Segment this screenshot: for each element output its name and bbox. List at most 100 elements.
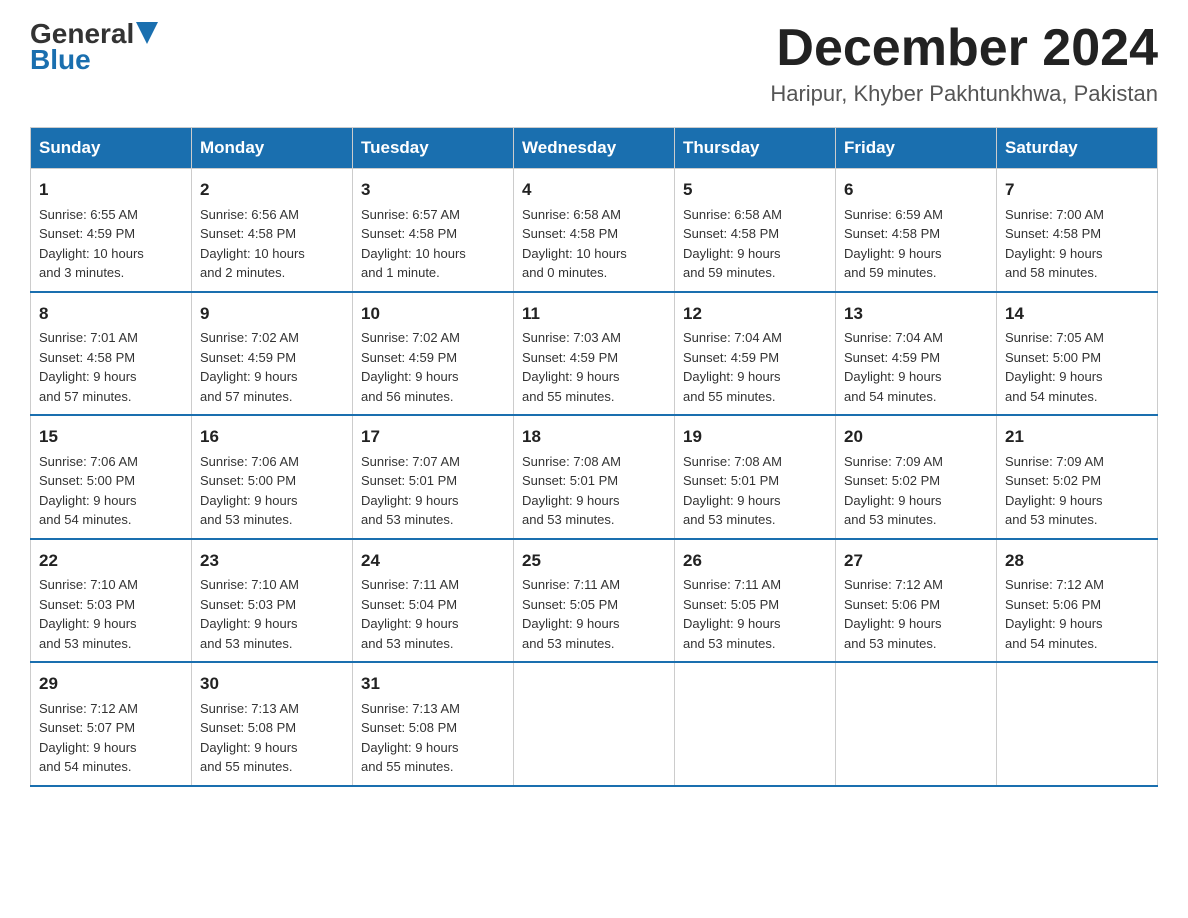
calendar-cell: 11Sunrise: 7:03 AMSunset: 4:59 PMDayligh… xyxy=(514,292,675,416)
calendar-cell: 4 Sunrise: 6:58 AMSunset: 4:58 PMDaylight… xyxy=(514,169,675,292)
logo-blue: Blue xyxy=(30,44,91,76)
day-number: 20 xyxy=(844,424,988,450)
day-number: 4 xyxy=(522,177,666,203)
calendar-week-row: 15 Sunrise: 7:06 AMSunset: 5:00 PMDayligh… xyxy=(31,415,1158,539)
calendar-cell xyxy=(514,662,675,786)
day-info: Sunrise: 7:11 AMSunset: 5:05 PMDaylight:… xyxy=(683,577,781,651)
day-number: 5 xyxy=(683,177,827,203)
calendar-table: SundayMondayTuesdayWednesdayThursdayFrid… xyxy=(30,127,1158,787)
day-info: Sunrise: 7:01 AMSunset: 4:58 PMDaylight:… xyxy=(39,330,138,404)
day-number: 25 xyxy=(522,548,666,574)
day-number: 11 xyxy=(522,301,666,327)
day-info: Sunrise: 7:12 AMSunset: 5:07 PMDaylight:… xyxy=(39,701,138,775)
day-info: Sunrise: 6:55 AMSunset: 4:59 PMDaylight:… xyxy=(39,207,144,281)
day-info: Sunrise: 7:04 AMSunset: 4:59 PMDaylight:… xyxy=(844,330,943,404)
day-number: 26 xyxy=(683,548,827,574)
day-number: 22 xyxy=(39,548,183,574)
col-header-wednesday: Wednesday xyxy=(514,128,675,169)
day-number: 23 xyxy=(200,548,344,574)
calendar-cell: 14 Sunrise: 7:05 AMSunset: 5:00 PMDayligh… xyxy=(997,292,1158,416)
day-info: Sunrise: 7:13 AMSunset: 5:08 PMDaylight:… xyxy=(361,701,460,775)
day-number: 2 xyxy=(200,177,344,203)
day-info: Sunrise: 7:11 AMSunset: 5:05 PMDaylight:… xyxy=(522,577,620,651)
day-info: Sunrise: 7:09 AMSunset: 5:02 PMDaylight:… xyxy=(1005,454,1104,528)
day-number: 12 xyxy=(683,301,827,327)
day-number: 14 xyxy=(1005,301,1149,327)
calendar-cell: 21 Sunrise: 7:09 AMSunset: 5:02 PMDayligh… xyxy=(997,415,1158,539)
day-info: Sunrise: 7:13 AMSunset: 5:08 PMDaylight:… xyxy=(200,701,299,775)
day-info: Sunrise: 7:04 AMSunset: 4:59 PMDaylight:… xyxy=(683,330,782,404)
calendar-cell: 25 Sunrise: 7:11 AMSunset: 5:05 PMDayligh… xyxy=(514,539,675,663)
day-number: 21 xyxy=(1005,424,1149,450)
day-number: 9 xyxy=(200,301,344,327)
calendar-cell: 6Sunrise: 6:59 AMSunset: 4:58 PMDaylight… xyxy=(836,169,997,292)
calendar-cell: 3 Sunrise: 6:57 AMSunset: 4:58 PMDaylight… xyxy=(353,169,514,292)
day-info: Sunrise: 7:09 AMSunset: 5:02 PMDaylight:… xyxy=(844,454,943,528)
day-number: 1 xyxy=(39,177,183,203)
day-number: 6 xyxy=(844,177,988,203)
calendar-cell: 15 Sunrise: 7:06 AMSunset: 5:00 PMDayligh… xyxy=(31,415,192,539)
day-number: 29 xyxy=(39,671,183,697)
day-info: Sunrise: 6:56 AMSunset: 4:58 PMDaylight:… xyxy=(200,207,305,281)
day-info: Sunrise: 7:08 AMSunset: 5:01 PMDaylight:… xyxy=(683,454,782,528)
calendar-cell: 26 Sunrise: 7:11 AMSunset: 5:05 PMDayligh… xyxy=(675,539,836,663)
day-number: 27 xyxy=(844,548,988,574)
calendar-week-row: 1 Sunrise: 6:55 AMSunset: 4:59 PMDaylight… xyxy=(31,169,1158,292)
day-info: Sunrise: 7:12 AMSunset: 5:06 PMDaylight:… xyxy=(844,577,943,651)
col-header-saturday: Saturday xyxy=(997,128,1158,169)
calendar-cell: 7Sunrise: 7:00 AMSunset: 4:58 PMDaylight… xyxy=(997,169,1158,292)
day-info: Sunrise: 7:06 AMSunset: 5:00 PMDaylight:… xyxy=(200,454,299,528)
calendar-week-row: 22 Sunrise: 7:10 AMSunset: 5:03 PMDayligh… xyxy=(31,539,1158,663)
col-header-thursday: Thursday xyxy=(675,128,836,169)
day-number: 24 xyxy=(361,548,505,574)
calendar-cell: 1 Sunrise: 6:55 AMSunset: 4:59 PMDaylight… xyxy=(31,169,192,292)
day-info: Sunrise: 7:07 AMSunset: 5:01 PMDaylight:… xyxy=(361,454,460,528)
day-info: Sunrise: 6:57 AMSunset: 4:58 PMDaylight:… xyxy=(361,207,466,281)
month-title: December 2024 xyxy=(770,20,1158,77)
logo: General Blue xyxy=(30,20,158,76)
logo-arrow-icon xyxy=(136,22,158,44)
calendar-cell: 5 Sunrise: 6:58 AMSunset: 4:58 PMDaylight… xyxy=(675,169,836,292)
calendar-cell: 2 Sunrise: 6:56 AMSunset: 4:58 PMDaylight… xyxy=(192,169,353,292)
calendar-cell: 30Sunrise: 7:13 AMSunset: 5:08 PMDayligh… xyxy=(192,662,353,786)
calendar-cell: 22 Sunrise: 7:10 AMSunset: 5:03 PMDayligh… xyxy=(31,539,192,663)
calendar-cell xyxy=(997,662,1158,786)
day-info: Sunrise: 7:00 AMSunset: 4:58 PMDaylight:… xyxy=(1005,207,1104,281)
day-number: 15 xyxy=(39,424,183,450)
day-info: Sunrise: 7:12 AMSunset: 5:06 PMDaylight:… xyxy=(1005,577,1104,651)
calendar-cell: 10Sunrise: 7:02 AMSunset: 4:59 PMDayligh… xyxy=(353,292,514,416)
day-number: 3 xyxy=(361,177,505,203)
calendar-header-row: SundayMondayTuesdayWednesdayThursdayFrid… xyxy=(31,128,1158,169)
calendar-cell: 9 Sunrise: 7:02 AMSunset: 4:59 PMDaylight… xyxy=(192,292,353,416)
calendar-cell: 19Sunrise: 7:08 AMSunset: 5:01 PMDayligh… xyxy=(675,415,836,539)
col-header-sunday: Sunday xyxy=(31,128,192,169)
day-info: Sunrise: 7:05 AMSunset: 5:00 PMDaylight:… xyxy=(1005,330,1104,404)
calendar-cell: 12 Sunrise: 7:04 AMSunset: 4:59 PMDayligh… xyxy=(675,292,836,416)
day-info: Sunrise: 6:58 AMSunset: 4:58 PMDaylight:… xyxy=(683,207,782,281)
calendar-cell xyxy=(836,662,997,786)
day-info: Sunrise: 7:08 AMSunset: 5:01 PMDaylight:… xyxy=(522,454,621,528)
day-number: 13 xyxy=(844,301,988,327)
calendar-cell: 16 Sunrise: 7:06 AMSunset: 5:00 PMDayligh… xyxy=(192,415,353,539)
calendar-cell: 13 Sunrise: 7:04 AMSunset: 4:59 PMDayligh… xyxy=(836,292,997,416)
day-number: 8 xyxy=(39,301,183,327)
day-info: Sunrise: 7:11 AMSunset: 5:04 PMDaylight:… xyxy=(361,577,459,651)
day-number: 16 xyxy=(200,424,344,450)
day-info: Sunrise: 7:02 AMSunset: 4:59 PMDaylight:… xyxy=(200,330,299,404)
calendar-cell: 8 Sunrise: 7:01 AMSunset: 4:58 PMDaylight… xyxy=(31,292,192,416)
day-number: 10 xyxy=(361,301,505,327)
calendar-cell: 28Sunrise: 7:12 AMSunset: 5:06 PMDayligh… xyxy=(997,539,1158,663)
day-info: Sunrise: 7:10 AMSunset: 5:03 PMDaylight:… xyxy=(39,577,138,651)
day-info: Sunrise: 7:10 AMSunset: 5:03 PMDaylight:… xyxy=(200,577,299,651)
day-info: Sunrise: 6:58 AMSunset: 4:58 PMDaylight:… xyxy=(522,207,627,281)
calendar-cell: 27 Sunrise: 7:12 AMSunset: 5:06 PMDayligh… xyxy=(836,539,997,663)
col-header-monday: Monday xyxy=(192,128,353,169)
calendar-cell: 18 Sunrise: 7:08 AMSunset: 5:01 PMDayligh… xyxy=(514,415,675,539)
calendar-week-row: 29 Sunrise: 7:12 AMSunset: 5:07 PMDayligh… xyxy=(31,662,1158,786)
page-header: General Blue December 2024 Haripur, Khyb… xyxy=(30,20,1158,107)
calendar-cell: 29 Sunrise: 7:12 AMSunset: 5:07 PMDayligh… xyxy=(31,662,192,786)
day-number: 18 xyxy=(522,424,666,450)
day-info: Sunrise: 7:06 AMSunset: 5:00 PMDaylight:… xyxy=(39,454,138,528)
calendar-cell: 31Sunrise: 7:13 AMSunset: 5:08 PMDayligh… xyxy=(353,662,514,786)
calendar-cell: 20 Sunrise: 7:09 AMSunset: 5:02 PMDayligh… xyxy=(836,415,997,539)
